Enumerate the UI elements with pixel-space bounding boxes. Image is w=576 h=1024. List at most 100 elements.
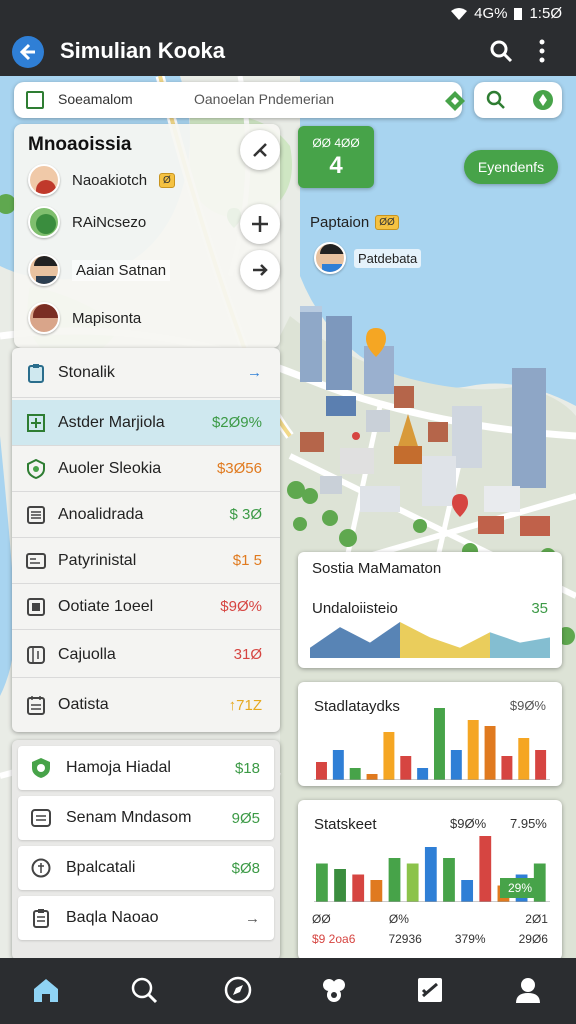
chart-bar: [434, 708, 445, 780]
chart-bar: [484, 726, 496, 780]
item-name: Astder Marjiola: [58, 413, 165, 431]
bar-chart-panel: Stadlataydks $9Ø%: [298, 682, 562, 786]
person-item[interactable]: Aaian Satnan: [28, 252, 171, 288]
list-item[interactable]: Anoalidrada $ 3Ø: [12, 492, 280, 538]
nav-tasks[interactable]: [410, 970, 450, 1010]
list-item[interactable]: Baqla Naoao →: [18, 896, 274, 940]
person-icon: [516, 978, 540, 1003]
shield-icon: [30, 757, 52, 779]
person-item[interactable]: RAiNcsezo: [28, 204, 146, 240]
list-item[interactable]: Astder Marjiola $2Ø9%: [12, 400, 280, 446]
route-button[interactable]: [240, 204, 280, 244]
coin-icon: [30, 857, 52, 879]
chart-bar: [467, 720, 479, 780]
chart-bar: [518, 738, 530, 780]
map-stat-card[interactable]: ØØ 4ØØ 4: [298, 126, 374, 188]
search-action-group[interactable]: [474, 82, 562, 118]
item-name: Anoalidrada: [58, 505, 144, 523]
people-panel: Mnoaoissia Naoakiotch Ø RAiNcsezo Aaian …: [14, 124, 280, 348]
compass-icon: [224, 976, 252, 1004]
avatar: [28, 164, 60, 196]
search-bar[interactable]: Soeamalom Oanoelan Pndemerian: [14, 82, 465, 118]
compass-button[interactable]: [240, 130, 280, 170]
location-pin-icon[interactable]: [444, 90, 466, 115]
list-item[interactable]: Oatista ↑71Z: [12, 682, 280, 728]
search-icon[interactable]: [486, 90, 506, 110]
chart-bar: [443, 858, 455, 902]
app-bar: Simulian Kooka: [0, 28, 576, 76]
list-item[interactable]: Cajuolla 31Ø: [12, 632, 280, 678]
status-bar: 4G% 1:5Ø: [0, 0, 576, 28]
more-menu-button[interactable]: [538, 38, 546, 69]
list-item[interactable]: Ootiate 1oeel $9Ø%: [12, 584, 280, 630]
chart-bar: [400, 756, 412, 780]
back-button[interactable]: [12, 36, 44, 68]
place-badge: ØØ: [375, 215, 399, 230]
item-name: Patyrinistal: [58, 551, 137, 569]
map-place-label[interactable]: Paptaion ØØ: [310, 214, 399, 231]
item-value: $Ø8: [231, 859, 260, 877]
item-name: Cajuolla: [58, 645, 116, 663]
home-icon: [34, 979, 58, 1002]
events-button[interactable]: Eyendenfs: [464, 150, 558, 184]
location-pin-icon[interactable]: [532, 89, 554, 111]
chart-bar: [450, 750, 462, 780]
chart-bar: [383, 732, 395, 780]
clock: 1:5Ø: [529, 5, 562, 22]
chart-bar: [316, 863, 328, 902]
area-chart: [310, 622, 550, 658]
bottom-nav: [0, 958, 576, 1024]
avatar: [28, 206, 60, 238]
chart-bar: [334, 869, 346, 902]
item-name: Oatista: [58, 696, 109, 713]
signal-text: 4G%: [474, 5, 508, 22]
footer-value: $9 2oa6: [312, 932, 356, 946]
chart-bar: [417, 768, 429, 780]
list-icon: [30, 807, 52, 829]
nav-search[interactable]: [124, 970, 164, 1010]
item-name: Stonalik: [58, 363, 115, 381]
checkbox-icon: [418, 978, 442, 1002]
chart-bar: [366, 774, 378, 780]
arrow-left-icon: [19, 43, 35, 61]
item-name: Senam Mndasom: [66, 809, 192, 826]
footer-value: 2Ø1: [525, 912, 548, 926]
person-item[interactable]: Mapisonta: [28, 300, 141, 336]
list-item[interactable]: Bpalcatali $Ø8: [18, 846, 274, 890]
nav-home[interactable]: [26, 970, 66, 1010]
list-item[interactable]: Stonalik →: [12, 348, 280, 398]
list-item[interactable]: Patyrinistal $1 5: [12, 538, 280, 584]
person-badge: Ø: [159, 172, 175, 188]
map-person-marker[interactable]: Patdebata: [314, 242, 422, 274]
list-item[interactable]: Senam Mndasom 9Ø5: [18, 796, 274, 840]
chart-bar: [501, 756, 513, 780]
item-value: $9Ø%: [220, 598, 262, 615]
nav-explore[interactable]: [218, 970, 258, 1010]
item-value: $1 5: [232, 552, 262, 569]
route-icon: [252, 216, 268, 232]
grid-icon: [26, 413, 46, 433]
chart-bar: [479, 836, 492, 902]
chart-bar: [370, 880, 383, 902]
highlight-badge: 29%: [500, 878, 541, 898]
nav-profile[interactable]: [508, 970, 548, 1010]
search-input[interactable]: Oanoelan Pndemerian: [194, 91, 334, 107]
navigate-button[interactable]: [240, 250, 280, 290]
clipboard-icon: [26, 363, 46, 383]
panel-value-2: 7.95%: [510, 816, 547, 831]
footer-value: 72936: [388, 932, 422, 946]
item-name: Bpalcatali: [66, 859, 136, 876]
map-square-icon: [26, 91, 44, 109]
list-item[interactable]: Auoler Sleokia $3Ø56: [12, 446, 280, 492]
person-item[interactable]: Naoakiotch Ø: [28, 162, 175, 198]
list-item[interactable]: Hamoja Hiadal $18: [18, 746, 274, 790]
shield-icon: [26, 458, 46, 479]
item-value: $ 3Ø: [229, 506, 262, 523]
search-icon: [131, 977, 158, 1004]
nav-community[interactable]: [314, 970, 354, 1010]
map-stat-label: ØØ 4ØØ: [312, 136, 360, 150]
search-button[interactable]: [488, 38, 514, 69]
item-value: $3Ø56: [216, 460, 262, 477]
item-value: →: [247, 364, 262, 381]
item-name: Hamoja Hiadal: [66, 759, 171, 776]
